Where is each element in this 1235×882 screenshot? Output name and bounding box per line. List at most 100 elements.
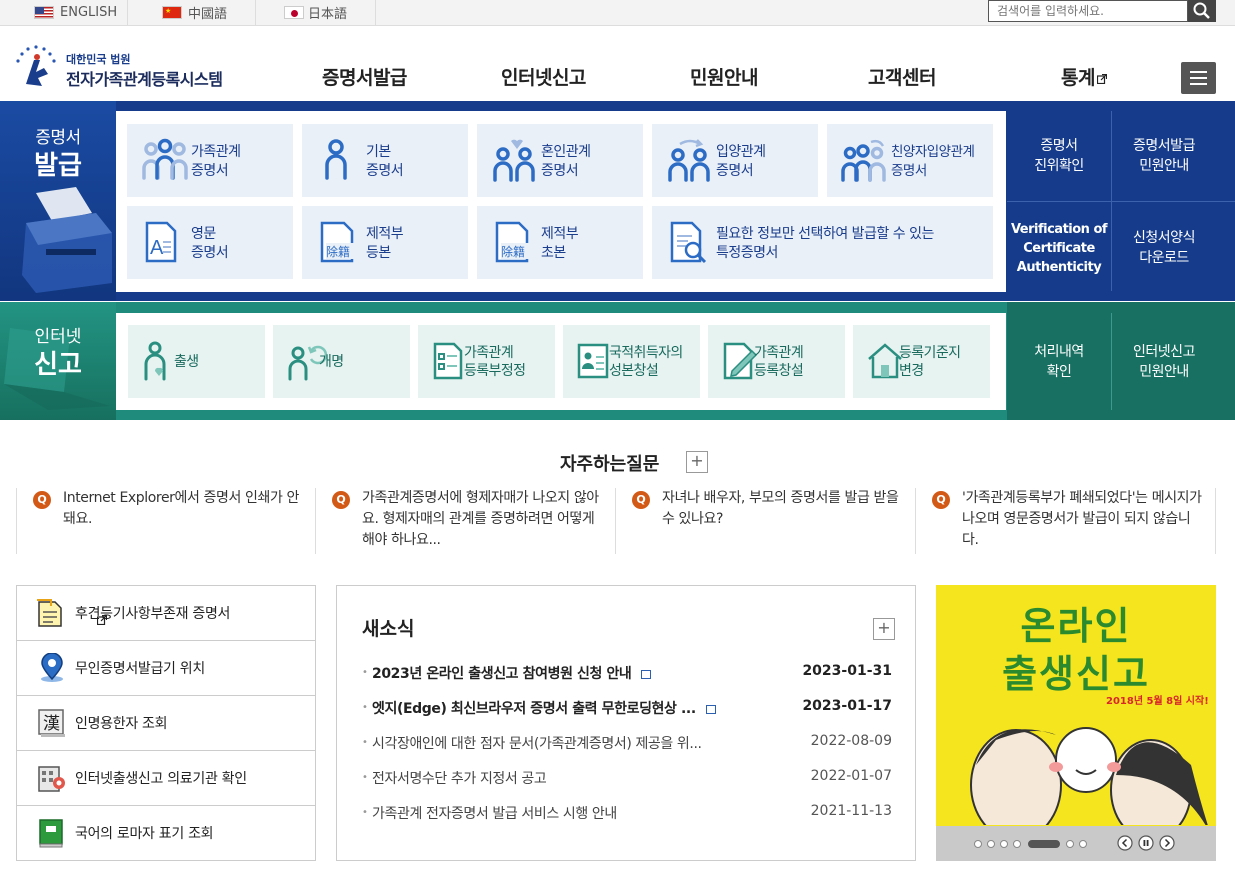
faq-item[interactable]: Q 자녀나 배우자, 부모의 증명서를 발급 받을 수 있나요? [616, 488, 916, 554]
lang-japanese-link[interactable]: 日本語 [256, 0, 376, 25]
card-adoption-cert[interactable]: 입양관계 증명서 [652, 124, 818, 197]
location-pin-icon [41, 653, 63, 682]
nav-internet-report[interactable]: 인터넷신고 [501, 63, 586, 90]
news-item-title-text: 엣지(Edge) 최신브라우저 증명서 출력 무한로딩현상 ... [372, 701, 696, 717]
link-line2: 민원안내 [1139, 363, 1189, 380]
nav-customer-center[interactable]: 고객센터 [868, 63, 936, 90]
search-input[interactable] [988, 0, 1188, 22]
pause-icon[interactable] [1138, 835, 1154, 851]
card-removed-register-abstract[interactable]: 除籍 제적부초본 [477, 206, 643, 279]
news-item[interactable]: • 전자서명수단 추가 지정서 공고 2022-01-07 [362, 768, 892, 788]
link-form-download[interactable]: 신청서양식 다운로드 [1112, 202, 1216, 294]
card-name-change[interactable]: 개명 [273, 325, 410, 398]
card-english-cert[interactable]: A 영문 증명서 [127, 206, 293, 279]
nav-certificate-issuance[interactable]: 증명서발급 [322, 63, 407, 90]
card-registration-base-change[interactable]: 등록기준지 변경 [853, 325, 990, 398]
nav-statistics[interactable]: 통계 [1061, 63, 1108, 90]
slide-dot[interactable] [1013, 840, 1021, 848]
card-label-line1: 필요한 정보만 선택하여 발급할 수 있는 [716, 226, 934, 242]
news-item[interactable]: • 시각장애인에 대한 점자 문서(가족관계증명서) 제공을 위... 2022-0… [362, 733, 892, 753]
card-register-correction[interactable]: 가족관계 등록부정정 [418, 325, 555, 398]
card-label: 가족관계 등록부정정 [464, 344, 526, 380]
faq-item-text: 가족관계증명서에 형제자매가 나오지 않아요. 형제자매의 관계를 증명하려면 … [362, 490, 599, 548]
link-report-guide[interactable]: 인터넷신고 민원안내 [1112, 313, 1216, 410]
link-processing-history[interactable]: 처리내역 확인 [1007, 313, 1111, 410]
card-register-creation[interactable]: 가족관계 등록창설 [708, 325, 845, 398]
next-slide-icon[interactable] [1159, 835, 1175, 851]
faq-item-text: 자녀나 배우자, 부모의 증명서를 발급 받을 수 있나요? [662, 490, 899, 527]
slide-dot[interactable] [1079, 840, 1087, 848]
news-item-title: 엣지(Edge) 최신브라우저 증명서 출력 무한로딩현상 ... [372, 698, 716, 718]
family-adoption-icon [841, 139, 886, 182]
news-item-title: 2023년 온라인 출생신고 참여병원 신청 안내 [372, 663, 652, 683]
card-birth-report[interactable]: 출생 [128, 325, 265, 398]
nav-civil-guide[interactable]: 민원안내 [690, 63, 758, 90]
court-logo-icon[interactable] [14, 44, 60, 90]
quick-link-name-hanja[interactable]: 漢 인명용한자 조회 [17, 696, 315, 751]
quick-link-hospital-check[interactable]: 인터넷출생신고 의료기관 확인 [17, 751, 315, 806]
faq-item[interactable]: Q Internet Explorer에서 증명서 인쇄가 안돼요. [16, 488, 316, 554]
report-heading-big: 신고 [34, 350, 82, 380]
card-specific-cert[interactable]: 필요한 정보만 선택하여 발급할 수 있는 특정증명서 [652, 206, 993, 279]
faq-more-button[interactable]: + [686, 451, 708, 473]
card-label-line1: 국적취득자의 [609, 345, 683, 361]
card-marriage-cert[interactable]: 혼인관계 증명서 [477, 124, 643, 197]
news-item[interactable]: • 엣지(Edge) 최신브라우저 증명서 출력 무한로딩현상 ... 2023-0… [362, 698, 892, 718]
slide-dot[interactable] [1066, 840, 1074, 848]
card-label-line1: 제적부 [541, 226, 579, 242]
news-item-date: 2022-08-09 [810, 733, 892, 749]
logo-title[interactable]: 전자가족관계등록시스템 [66, 66, 223, 90]
news-item-title: 전자서명수단 추가 지정서 공고 [372, 771, 547, 787]
card-family-relation-cert[interactable]: 가족관계 증명서 [127, 124, 293, 197]
slide-dot-active[interactable] [1028, 840, 1060, 848]
card-basic-cert[interactable]: 기본 증명서 [302, 124, 468, 197]
quick-link-label: 인명용한자 조회 [75, 716, 168, 732]
link-verification-english[interactable]: Verification of Certificate Authenticity [1007, 202, 1111, 294]
family-illustration-icon [970, 727, 1208, 825]
card-naturalized-surname[interactable]: 국적취득자의 성본창설 [563, 325, 700, 398]
card-label: 혼인관계 증명서 [541, 143, 591, 181]
quick-link-romanization[interactable]: 국어의 로마자 표기 조회 [17, 806, 315, 861]
certificate-document-icon [37, 599, 62, 627]
search-button[interactable] [1188, 0, 1216, 22]
svg-text:除籍: 除籍 [326, 244, 350, 259]
card-label-line2: 초본 [541, 245, 566, 261]
svg-text:A: A [150, 237, 164, 259]
card-label-line1: 가족관계 [754, 345, 804, 361]
news-item[interactable]: • 2023년 온라인 출생신고 참여병원 신청 안내 2023-01-31 [362, 663, 892, 683]
removed-register-document-icon: 除籍 [495, 221, 537, 263]
link-issuance-guide[interactable]: 증명서발급 민원안내 [1112, 111, 1216, 201]
card-full-adoption-cert[interactable]: 친양자입양관계 증명서 [827, 124, 993, 197]
all-menu-button[interactable] [1181, 62, 1216, 94]
bullet: • [362, 702, 368, 713]
card-label: 입양관계 증명서 [716, 143, 766, 181]
lang-chinese-link[interactable]: ★ 中國語 [128, 0, 256, 25]
link-line1: 증명서발급 [1133, 138, 1195, 154]
link-cert-verification[interactable]: 증명서 진위확인 [1007, 111, 1111, 201]
card-label: 필요한 정보만 선택하여 발급할 수 있는 특정증명서 [716, 225, 934, 263]
news-more-button[interactable]: + [873, 618, 895, 640]
card-label-line2: 증명서 [891, 163, 927, 179]
card-label-line1: 개명 [319, 354, 344, 370]
svg-text:漢: 漢 [43, 714, 60, 734]
news-item[interactable]: • 가족관계 전자증명서 발급 서비스 시행 안내 2021-11-13 [362, 803, 892, 823]
us-flag-icon [34, 6, 54, 19]
slide-dot[interactable] [1000, 840, 1008, 848]
prev-slide-icon[interactable] [1117, 835, 1133, 851]
card-label-line1: 출생 [174, 354, 199, 370]
question-icon: Q [632, 491, 650, 509]
quick-link-guardianship-cert[interactable]: 후견등기사항부존재 증명서 [17, 586, 315, 641]
card-label-line1: 가족관계 [191, 144, 241, 160]
quick-link-kiosk-location[interactable]: 무인증명서발급기 위치 [17, 641, 315, 696]
link-line1: 신청서양식 [1133, 230, 1195, 246]
slide-dot[interactable] [987, 840, 995, 848]
promo-banner[interactable]: 온라인 출생신고 2018년 5월 8일 시작! [936, 585, 1216, 861]
card-label-line1: 제적부 [366, 226, 404, 242]
printer-illustration-icon [22, 187, 112, 293]
card-removed-register-copy[interactable]: 除籍 제적부 등본 [302, 206, 468, 279]
slide-dot[interactable] [974, 840, 982, 848]
logo-subtitle: 대한민국 법원 [66, 53, 131, 66]
faq-item[interactable]: Q 가족관계증명서에 형제자매가 나오지 않아요. 형제자매의 관계를 증명하려면… [316, 488, 616, 554]
lang-english-link[interactable]: ENGLISH [0, 0, 128, 25]
faq-item[interactable]: Q '가족관계등록부가 폐쇄되었다'는 메시지가 나오며 영문증명서가 발급이 되… [916, 488, 1216, 554]
